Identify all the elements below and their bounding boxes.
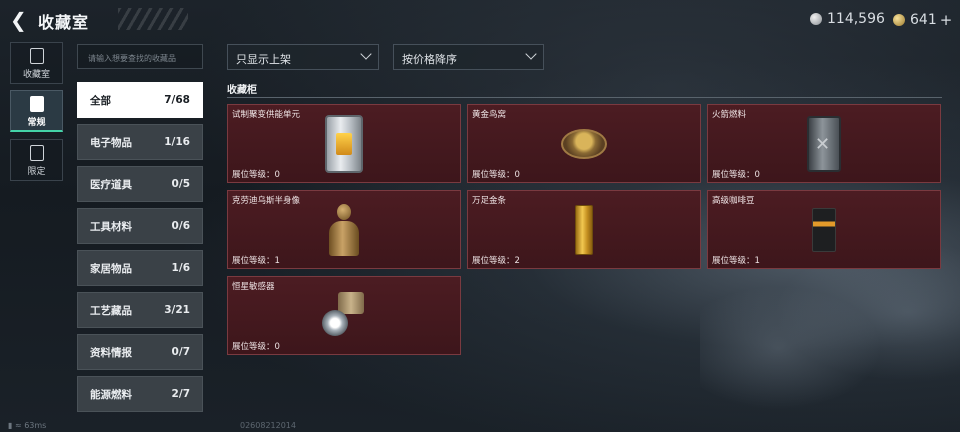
display-filter-value: 只显示上架 (236, 53, 291, 66)
back-arrow-icon[interactable]: ❮ (10, 9, 32, 31)
category-label: 全部 (90, 94, 111, 107)
item-name: 高级咖啡豆 (712, 196, 755, 206)
item-level: 展位等级：1 (712, 256, 760, 266)
category-count: 1/6 (171, 262, 190, 274)
category-label: 工艺藏品 (90, 304, 132, 317)
search-input[interactable]: 请输入想要查找的收藏品 (77, 44, 203, 69)
coffee-bag-icon (812, 207, 836, 252)
bust-statue-icon (329, 203, 359, 256)
category-household[interactable]: 家居物品 1/6 (77, 250, 203, 286)
section-title: 收藏柜 (227, 85, 257, 96)
item-level: 展位等级：0 (472, 170, 520, 180)
silver-coin-icon (810, 13, 822, 25)
item-name: 万足金条 (472, 196, 507, 206)
category-count: 0/6 (171, 220, 190, 232)
display-filter-dropdown[interactable]: 只显示上架 (227, 44, 379, 70)
item-level: 展位等级：0 (712, 170, 760, 180)
category-tools[interactable]: 工具材料 0/6 (77, 208, 203, 244)
side-tab-limited[interactable]: 限定 (10, 139, 63, 181)
item-card[interactable]: 试制聚变供能单元 展位等级：0 (227, 104, 461, 183)
item-card[interactable]: 高级咖啡豆 展位等级：1 (707, 190, 941, 269)
category-electronics[interactable]: 电子物品 1/16 (77, 124, 203, 160)
cabinet-icon (29, 48, 44, 64)
item-name: 克劳迪乌斯半身像 (232, 196, 301, 206)
category-label: 医疗道具 (90, 178, 132, 191)
add-currency-icon[interactable]: + (940, 11, 953, 29)
item-level: 展位等级：0 (232, 342, 280, 352)
category-label: 家居物品 (90, 262, 132, 275)
item-level: 展位等级：0 (232, 170, 280, 180)
sort-dropdown[interactable]: 按价格降序 (393, 44, 544, 70)
category-label: 电子物品 (90, 136, 132, 149)
item-level: 展位等级：1 (232, 256, 280, 266)
item-name: 恒星敏感器 (232, 282, 275, 292)
category-count: 3/21 (164, 304, 190, 316)
item-card[interactable]: 克劳迪乌斯半身像 展位等级：1 (227, 190, 461, 269)
item-level: 展位等级：2 (472, 256, 520, 266)
star-sensor-icon (320, 290, 368, 342)
category-label: 资料情报 (90, 346, 132, 359)
golden-nest-icon (561, 128, 607, 159)
gold-amount: 641 (910, 12, 937, 28)
gold-currency[interactable]: 641 + (893, 11, 952, 29)
category-intel[interactable]: 资料情报 0/7 (77, 334, 203, 370)
category-count: 7/68 (164, 94, 190, 106)
gold-bar-icon (575, 204, 593, 255)
item-name: 火箭燃料 (712, 110, 747, 120)
fusion-unit-icon (325, 114, 363, 173)
category-energy[interactable]: 能源燃料 2/7 (77, 376, 203, 412)
title-decoration (118, 8, 188, 30)
sort-value: 按价格降序 (402, 53, 457, 66)
item-card[interactable]: 黄金鸟窝 展位等级：0 (467, 104, 701, 183)
item-card[interactable]: 万足金条 展位等级：2 (467, 190, 701, 269)
side-tab-collection-room[interactable]: 收藏室 (10, 42, 63, 84)
gold-coin-icon (893, 14, 905, 26)
page-title: 收藏室 (38, 13, 90, 32)
silver-amount: 114,596 (827, 11, 885, 27)
limited-icon (29, 145, 44, 161)
user-id: 02608212014 (240, 421, 296, 430)
network-status: ▮ ≈ 63ms (8, 421, 47, 430)
silver-currency: 114,596 (810, 11, 885, 27)
chevron-down-icon (525, 48, 537, 60)
chevron-down-icon (360, 48, 372, 60)
category-all[interactable]: 全部 7/68 (77, 82, 203, 118)
item-card[interactable]: 恒星敏感器 展位等级：0 (227, 276, 461, 355)
category-count: 0/5 (171, 178, 190, 190)
side-tab-label: 常规 (27, 118, 46, 128)
category-count: 1/16 (164, 136, 190, 148)
item-name: 试制聚变供能单元 (232, 110, 301, 120)
category-count: 2/7 (171, 388, 190, 400)
category-crafts[interactable]: 工艺藏品 3/21 (77, 292, 203, 328)
item-card[interactable]: 火箭燃料 展位等级：0 (707, 104, 941, 183)
item-name: 黄金鸟窝 (472, 110, 507, 120)
category-count: 0/7 (171, 346, 190, 358)
category-label: 工具材料 (90, 220, 132, 233)
rocket-fuel-icon (807, 115, 841, 172)
picture-icon (29, 96, 44, 112)
top-bar: ❮ 收藏室 114,596 641 + (0, 0, 960, 38)
category-label: 能源燃料 (90, 388, 132, 401)
side-tab-label: 收藏室 (22, 70, 50, 80)
category-medical[interactable]: 医疗道具 0/5 (77, 166, 203, 202)
ping-value: 63ms (24, 421, 47, 430)
side-tab-regular[interactable]: 常规 (10, 90, 63, 132)
side-tab-label: 限定 (27, 167, 46, 177)
section-divider (227, 97, 942, 98)
